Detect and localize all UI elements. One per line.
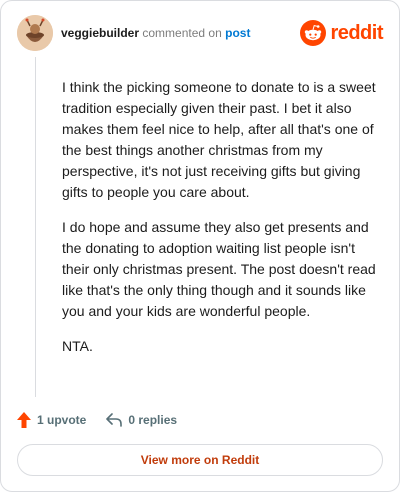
comment-meta: veggiebuilder commented on post [61, 25, 250, 41]
reddit-logo[interactable]: reddit [300, 19, 383, 47]
upvote-button[interactable]: 1 upvote [17, 412, 86, 428]
replies-button[interactable]: 0 replies [106, 413, 177, 427]
comment-paragraph: I think the picking someone to donate to… [62, 79, 376, 200]
post-link[interactable]: post [225, 26, 250, 40]
comment-actions: 1 upvote 0 replies [17, 409, 177, 431]
avatar-image-icon [17, 15, 53, 51]
comment-header: veggiebuilder commented on post [17, 15, 250, 51]
reddit-wordmark: reddit [330, 21, 383, 44]
thread-line[interactable] [35, 57, 36, 397]
reddit-snoo-icon [300, 20, 327, 46]
comment-body: I think the picking someone to donate to… [62, 77, 382, 371]
username-link[interactable]: veggiebuilder [61, 26, 139, 40]
comment-paragraph: I do hope and assume they also get prese… [62, 219, 376, 319]
commented-on-text: commented on [142, 26, 222, 40]
upvote-arrow-icon [17, 412, 31, 428]
upvote-count: 1 upvote [37, 413, 87, 427]
comment-paragraph: NTA. [62, 338, 93, 354]
reply-arrow-icon [106, 413, 123, 427]
user-avatar[interactable] [17, 15, 53, 51]
view-more-button[interactable]: View more on Reddit [17, 444, 383, 476]
replies-count: 0 replies [128, 413, 178, 427]
comment-embed-card: veggiebuilder commented on post reddit I… [0, 0, 400, 492]
